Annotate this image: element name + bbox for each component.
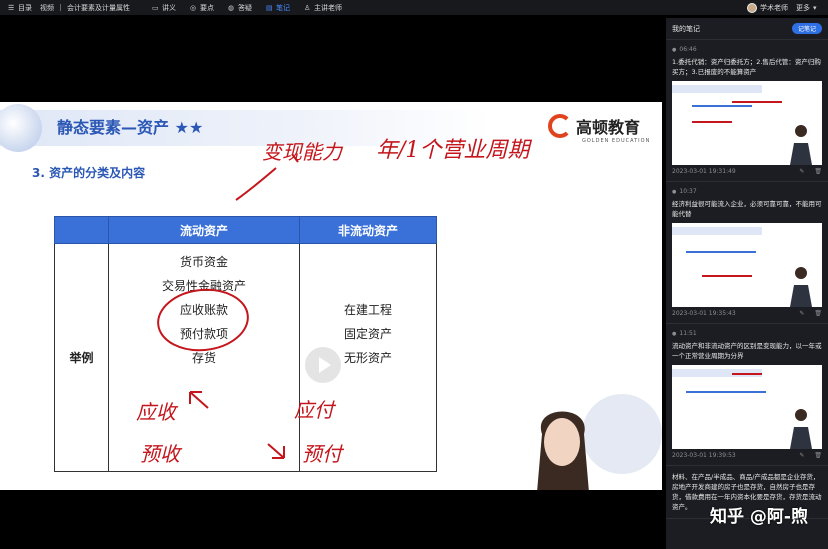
note-timestamp[interactable]: 06:46 (672, 46, 822, 53)
note-date: 2023-03-01 19:35:43 (672, 310, 736, 317)
note-text: 流动资产和非流动资产的区别是变现能力，以一年或一个正常营业周期为分界 (672, 342, 822, 360)
trash-icon[interactable]: 🗑 (814, 168, 822, 175)
notes-header: 我的笔记 记笔记 (666, 18, 828, 40)
tab-qa[interactable]: ◍ 答疑 (228, 3, 252, 13)
tab-notes[interactable]: ▤ 笔记 (266, 3, 290, 13)
keypoint-icon: ◎ (190, 3, 197, 12)
top-toolbar: ☰ 目录 视频 会计要素及计量属性 ▭ 讲义 ◎ 要点 ◍ 答疑 ▤ 笔记 ♙ … (0, 0, 828, 15)
edit-icon[interactable]: ✎ (799, 452, 804, 459)
tab-label: 主讲老师 (314, 3, 342, 12)
edit-icon[interactable]: ✎ (799, 168, 804, 175)
note-screenshot[interactable] (672, 81, 822, 165)
notes-panel: 我的笔记 记笔记 06:46 1.委托代销：资产归委托方；2.售后代管：资产归购… (666, 18, 828, 549)
note-date: 2023-03-01 19:39:53 (672, 452, 736, 459)
breadcrumb-divider (60, 4, 61, 11)
handout-icon: ▭ (152, 3, 159, 12)
more-button[interactable]: 更多 ▾ (796, 3, 820, 13)
note-date: 2023-03-01 19:31:49 (672, 168, 736, 175)
video-player[interactable]: 静态要素—资产 ★★ 高顿教育 GOLDEN EDUCATION 3. 资产的分… (0, 18, 662, 549)
breadcrumb: 视频 会计要素及计量属性 (40, 3, 130, 13)
tab-label: 笔记 (276, 3, 290, 12)
lecture-slide: 静态要素—资产 ★★ 高顿教育 GOLDEN EDUCATION 3. 资产的分… (0, 102, 662, 490)
chat-bubble-icon: ◍ (228, 3, 235, 12)
teacher-name: 学术老师 (760, 3, 788, 12)
menu-icon: ☰ (8, 3, 15, 12)
add-note-button[interactable]: 记笔记 (791, 23, 822, 34)
trash-icon[interactable]: 🗑 (814, 452, 822, 459)
teacher-profile[interactable]: 学术老师 (747, 2, 788, 13)
tab-label: 讲义 (162, 3, 176, 12)
note-timestamp[interactable]: 11:51 (672, 330, 822, 337)
note-item[interactable]: 11:51 流动资产和非流动资产的区别是变现能力，以一年或一个正常营业周期为分界… (666, 324, 828, 466)
breadcrumb-course: 视频 (40, 3, 54, 12)
person-icon: ♙ (304, 3, 311, 12)
note-screenshot[interactable] (672, 223, 822, 307)
note-item[interactable]: 10:37 经济利益很可能流入企业，必须可靠可靠，不能用可能代替 2023-03… (666, 182, 828, 324)
tab-keypoints[interactable]: ◎ 要点 (190, 3, 214, 13)
note-item[interactable]: 06:46 1.委托代销：资产归委托方；2.售后代管：资产归购买方；3.已报废的… (666, 40, 828, 182)
notes-title: 我的笔记 (672, 24, 700, 33)
menu-button[interactable]: ☰ 目录 (8, 3, 32, 13)
edit-icon[interactable]: ✎ (799, 310, 804, 317)
tab-handout[interactable]: ▭ 讲义 (152, 3, 176, 13)
tab-label: 要点 (200, 3, 214, 12)
note-text: 经济利益很可能流入企业，必须可靠可靠，不能用可能代替 (672, 200, 822, 218)
avatar (747, 2, 757, 13)
chevron-down-icon: ▾ (813, 3, 817, 12)
note-text: 1.委托代销：资产归委托方；2.售后代管：资产归购买方；3.已报废的不能算资产 (672, 58, 821, 76)
breadcrumb-chapter: 会计要素及计量属性 (67, 3, 130, 12)
trash-icon[interactable]: 🗑 (814, 310, 822, 317)
more-label: 更多 (796, 3, 810, 12)
tab-label: 答疑 (238, 3, 252, 12)
notes-icon: ▤ (266, 3, 273, 12)
menu-label: 目录 (18, 3, 32, 12)
tab-teacher[interactable]: ♙ 主讲老师 (304, 3, 342, 13)
watermark: 知乎 @阿-煦 (710, 507, 808, 527)
note-screenshot[interactable] (672, 365, 822, 449)
presenter-video (472, 394, 662, 490)
note-timestamp[interactable]: 10:37 (672, 188, 822, 195)
